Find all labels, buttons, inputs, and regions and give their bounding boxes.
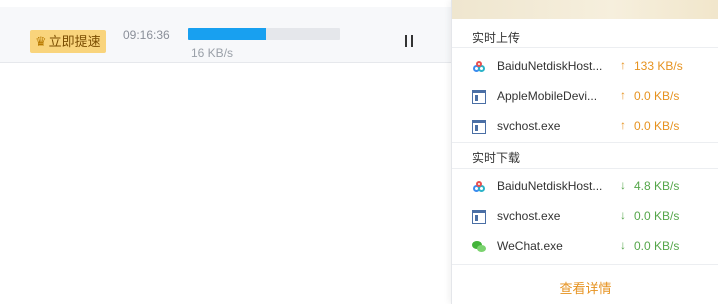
view-details-link[interactable]: 查看详情 — [452, 278, 718, 297]
upload-arrow-icon: ↑ — [620, 58, 626, 72]
baidu-netdisk-icon — [472, 60, 486, 74]
pause-button[interactable] — [403, 35, 415, 49]
process-name: svchost.exe — [497, 209, 561, 223]
process-item[interactable]: WeChat.exe ↓ 0.0 KB/s — [452, 232, 718, 262]
download-arrow-icon: ↓ — [620, 178, 626, 192]
process-rate: 4.8 KB/s — [634, 179, 680, 193]
process-item[interactable]: AppleMobileDevi... ↑ 0.0 KB/s — [452, 82, 718, 112]
process-item[interactable]: BaiduNetdiskHost... ↓ 4.8 KB/s — [452, 172, 718, 202]
upload-arrow-icon: ↑ — [620, 88, 626, 102]
window-icon — [472, 120, 486, 134]
process-rate: 0.0 KB/s — [634, 239, 680, 253]
transfer-speed: 16 KB/s — [191, 46, 234, 60]
upload-section-title: 实时上传 — [472, 31, 521, 45]
process-name: AppleMobileDevi... — [497, 89, 598, 103]
divider — [452, 168, 718, 169]
upload-arrow-icon: ↑ — [620, 118, 626, 132]
realtime-speed-panel: 实时上传 BaiduNetdiskHost... ↑ 133 KB/s AppleMo… — [451, 0, 718, 304]
process-name: BaiduNetdiskHost... — [497, 59, 603, 73]
process-name: BaiduNetdiskHost... — [497, 179, 603, 193]
process-item[interactable]: svchost.exe ↑ 0.0 KB/s — [452, 112, 718, 142]
speed-up-button[interactable]: ♛ 立即提速 — [30, 30, 106, 53]
divider — [452, 264, 718, 265]
baidu-netdisk-icon — [472, 180, 486, 194]
pause-icon — [405, 35, 407, 47]
process-item[interactable]: BaiduNetdiskHost... ↑ 133 KB/s — [452, 52, 718, 82]
task-time: 09:16:36 — [123, 28, 170, 42]
process-rate: 0.0 KB/s — [634, 89, 680, 103]
transfer-task-row: ♛ 立即提速 09:16:36 16 KB/s — [0, 7, 452, 63]
process-item[interactable]: svchost.exe ↓ 0.0 KB/s — [452, 202, 718, 232]
process-name: WeChat.exe — [497, 239, 563, 253]
process-rate: 0.0 KB/s — [634, 119, 680, 133]
download-arrow-icon: ↓ — [620, 238, 626, 252]
divider — [452, 142, 718, 143]
progress-fill — [188, 28, 266, 40]
panel-header-banner — [452, 0, 718, 19]
process-name: svchost.exe — [497, 119, 561, 133]
process-rate: 0.0 KB/s — [634, 209, 680, 223]
progress-bar — [188, 28, 340, 40]
speed-up-label: 立即提速 — [48, 34, 101, 49]
wechat-icon — [472, 240, 486, 254]
divider — [452, 47, 718, 48]
process-rate: 133 KB/s — [634, 59, 683, 73]
download-section-title: 实时下载 — [472, 151, 521, 165]
window-icon — [472, 210, 486, 224]
window-icon — [472, 90, 486, 104]
crown-icon: ♛ — [35, 34, 47, 49]
download-arrow-icon: ↓ — [620, 208, 626, 222]
